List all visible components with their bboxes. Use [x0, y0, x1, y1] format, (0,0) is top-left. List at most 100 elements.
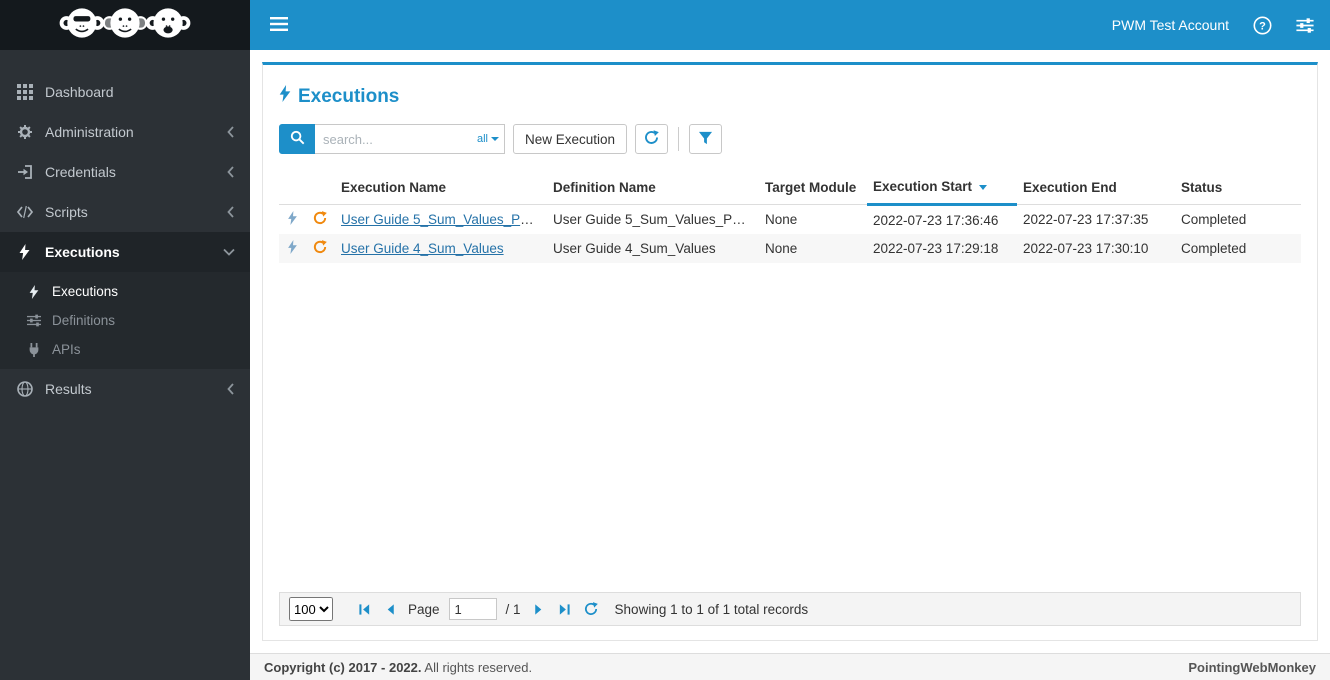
- sidebar-item-results[interactable]: Results: [0, 369, 250, 409]
- search-button[interactable]: [279, 124, 315, 154]
- execution-end-cell: 2022-07-23 17:30:10: [1023, 241, 1149, 256]
- search-scope-value: all: [476, 133, 488, 145]
- chevron-left-icon: [227, 126, 235, 138]
- last-page-button[interactable]: [556, 603, 573, 616]
- page-label: Page: [408, 601, 440, 617]
- submenu-item-apis[interactable]: APIs: [0, 335, 250, 364]
- col-execution-name[interactable]: Execution Name: [335, 170, 547, 205]
- total-pages-label: / 1: [505, 601, 521, 617]
- col-definition-name[interactable]: Definition Name: [547, 170, 759, 205]
- sidebar-item-label: Scripts: [45, 204, 88, 220]
- table-header-row: Execution Name Definition Name Target Mo…: [279, 170, 1301, 206]
- filter-funnel-icon: [698, 131, 713, 148]
- app-root: PWM Test Account ? Dashboard Administrat…: [0, 0, 1330, 680]
- execution-start-cell: 2022-07-23 17:29:18: [873, 241, 999, 256]
- lightning-bolt-icon: [15, 244, 34, 260]
- search-icon: [290, 130, 305, 148]
- filter-button[interactable]: [689, 124, 723, 154]
- page-title-text: Executions: [298, 85, 400, 107]
- rerun-execution-icon[interactable]: [305, 234, 335, 263]
- app-logo[interactable]: [0, 0, 250, 50]
- three-monkeys-logo-icon: [44, 3, 206, 48]
- page-title: Executions: [279, 85, 1301, 108]
- target-module-cell: None: [765, 212, 798, 227]
- rerun-execution-icon[interactable]: [305, 205, 335, 235]
- execution-name-link[interactable]: User Guide 4_Sum_Values: [341, 241, 504, 256]
- submenu-item-definitions[interactable]: Definitions: [0, 306, 250, 335]
- sidebar-nav: Dashboard Administration Credentials Scr…: [0, 50, 250, 409]
- sidebar-item-dashboard[interactable]: Dashboard: [0, 72, 250, 112]
- sidebar-toggle-button[interactable]: [266, 13, 292, 38]
- table-row: User Guide 5_Sum_Values_Param User Guide…: [279, 205, 1301, 235]
- execution-start-cell: 2022-07-23 17:36:46: [873, 212, 999, 228]
- gear-icon: [15, 124, 34, 140]
- executions-submenu: Executions Definitions APIs: [0, 272, 250, 369]
- shell: Dashboard Administration Credentials Scr…: [0, 50, 1330, 680]
- execution-end-cell: 2022-07-23 17:37:35: [1023, 212, 1149, 227]
- new-execution-button[interactable]: New Execution: [513, 124, 628, 154]
- run-execution-icon[interactable]: [279, 234, 305, 263]
- hamburger-icon: [270, 16, 288, 34]
- sidebar-item-label: Results: [45, 381, 92, 397]
- table-row: User Guide 4_Sum_Values User Guide 4_Sum…: [279, 234, 1301, 263]
- page-size-select[interactable]: 100: [289, 597, 333, 621]
- col-rerun-icon: [305, 170, 335, 205]
- svg-text:?: ?: [1259, 20, 1266, 32]
- refresh-icon: [644, 130, 659, 148]
- submenu-item-label: APIs: [52, 342, 81, 357]
- sliders-icon: [25, 314, 42, 327]
- sidebar: Dashboard Administration Credentials Scr…: [0, 50, 250, 680]
- brand-name: PointingWebMonkey: [1188, 659, 1316, 675]
- prev-page-button[interactable]: [382, 603, 399, 616]
- dashboard-grid-icon: [15, 84, 34, 100]
- topbar: PWM Test Account ?: [0, 0, 1330, 50]
- lightning-bolt-icon: [279, 85, 291, 108]
- topbar-right: PWM Test Account ?: [1112, 16, 1314, 35]
- next-page-button[interactable]: [530, 603, 547, 616]
- code-icon: [15, 205, 34, 219]
- execution-name-link[interactable]: User Guide 5_Sum_Values_Param: [341, 212, 547, 227]
- globe-icon: [15, 381, 34, 397]
- submenu-item-label: Executions: [52, 284, 119, 299]
- sidebar-item-credentials[interactable]: Credentials: [0, 152, 250, 192]
- chevron-left-icon: [227, 166, 235, 178]
- refresh-list-button[interactable]: [582, 602, 600, 616]
- executions-panel: Executions all: [262, 62, 1318, 641]
- search-group: all: [279, 124, 505, 154]
- page-number-input[interactable]: [448, 598, 497, 620]
- submenu-item-executions[interactable]: Executions: [0, 277, 250, 306]
- search-scope-dropdown[interactable]: all: [477, 124, 499, 154]
- executions-table: Execution Name Definition Name Target Mo…: [279, 170, 1301, 263]
- col-execution-start[interactable]: Execution Start: [867, 170, 1017, 206]
- col-target-module[interactable]: Target Module: [759, 170, 867, 205]
- sidebar-item-scripts[interactable]: Scripts: [0, 192, 250, 232]
- status-cell: Completed: [1181, 241, 1247, 256]
- refresh-button[interactable]: [635, 124, 669, 154]
- sign-in-icon: [15, 164, 34, 180]
- col-status[interactable]: Status: [1175, 170, 1301, 205]
- plug-icon: [25, 342, 42, 357]
- sidebar-item-administration[interactable]: Administration: [0, 112, 250, 152]
- submenu-item-label: Definitions: [52, 313, 116, 328]
- sidebar-item-label: Dashboard: [45, 84, 114, 100]
- definition-name-cell: User Guide 5_Sum_Values_Param: [553, 212, 759, 227]
- toolbar: all New Execution: [279, 124, 1301, 154]
- chevron-left-icon: [227, 383, 235, 395]
- records-summary: Showing 1 to 1 of 1 total records: [614, 601, 809, 617]
- run-execution-icon[interactable]: [279, 205, 305, 235]
- definition-name-cell: User Guide 4_Sum_Values: [553, 241, 716, 256]
- help-icon[interactable]: ?: [1253, 16, 1272, 35]
- lightning-bolt-icon: [25, 284, 42, 299]
- first-page-button[interactable]: [356, 603, 373, 616]
- status-cell: Completed: [1181, 212, 1247, 227]
- settings-sliders-icon[interactable]: [1296, 17, 1314, 33]
- sidebar-item-label: Administration: [45, 124, 134, 140]
- toolbar-divider: [678, 127, 680, 151]
- sidebar-item-label: Executions: [45, 244, 120, 260]
- footer: Copyright (c) 2017 - 2022. All rights re…: [250, 653, 1330, 680]
- col-execution-end[interactable]: Execution End: [1017, 170, 1175, 205]
- sidebar-item-executions[interactable]: Executions: [0, 232, 250, 272]
- chevron-down-icon: [223, 248, 235, 256]
- account-name[interactable]: PWM Test Account: [1112, 17, 1229, 33]
